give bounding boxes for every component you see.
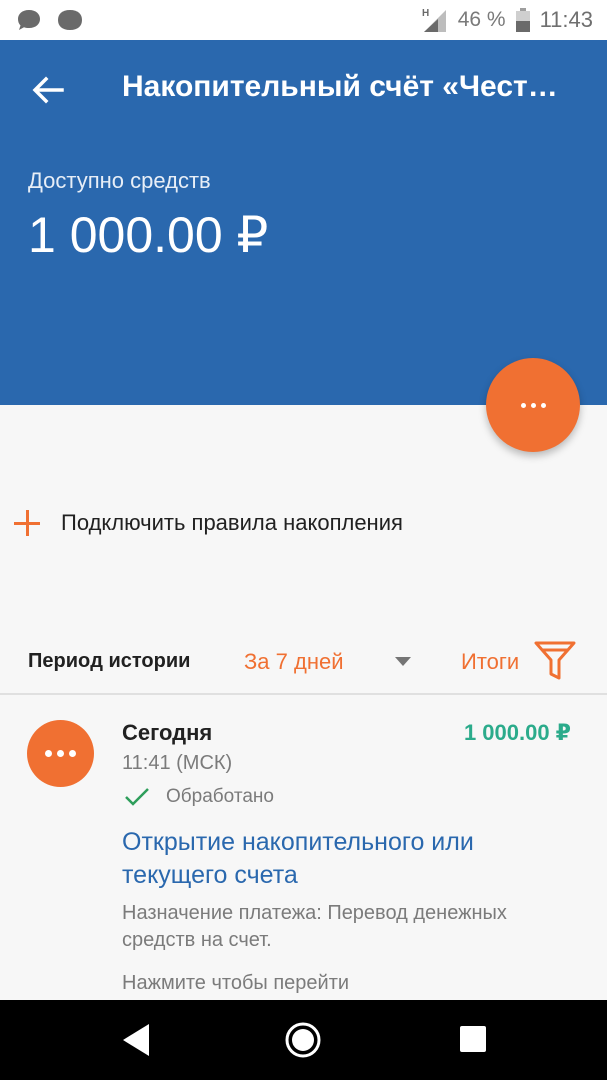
more-dot xyxy=(540,402,546,408)
available-funds-label: Доступно средств xyxy=(28,168,211,193)
filter-icon[interactable] xyxy=(533,640,577,682)
connect-saving-rules-button[interactable]: Подключить правила накопления xyxy=(14,506,403,540)
nav-home-icon[interactable] xyxy=(284,1021,322,1059)
account-header: Накопительный счёт «Чест… Доступно средс… xyxy=(0,40,607,405)
divider xyxy=(0,693,607,695)
caret-down-icon[interactable] xyxy=(395,657,411,666)
message-blob-icon xyxy=(58,10,82,30)
transaction-purpose: Назначение платежа: Перевод денежных сре… xyxy=(122,902,507,951)
transaction-status-text: Обработано xyxy=(166,786,274,807)
more-dots-icon xyxy=(45,750,52,757)
battery-percent: 46 % xyxy=(457,8,506,31)
available-funds-amount: 1 000.00 ₽ xyxy=(28,207,269,263)
period-select[interactable]: За 7 дней xyxy=(244,649,344,675)
system-indicators: H 46 % 11:43 xyxy=(422,6,593,34)
transaction-status: Обработано xyxy=(124,786,274,808)
more-dots-icon xyxy=(520,402,526,408)
notification-icons xyxy=(16,8,84,32)
more-dot xyxy=(69,750,76,757)
more-actions-button[interactable] xyxy=(486,358,580,452)
chat-bubble-icon xyxy=(18,10,40,30)
network-type-letter: H xyxy=(422,8,429,19)
transaction-open-hint: Нажмите чтобы перейти xyxy=(122,972,350,994)
totals-button[interactable]: Итоги xyxy=(461,649,519,675)
more-dot xyxy=(57,750,64,757)
plus-icon xyxy=(14,510,40,536)
status-bar: H 46 % 11:43 xyxy=(0,0,607,40)
history-period-row: Периoд истории За 7 дней Итоги xyxy=(0,640,607,686)
clock: 11:43 xyxy=(539,7,593,32)
navigation-bar xyxy=(0,1000,607,1080)
transaction-item[interactable]: Сегодня 1 000.00 ₽ 11:41 (МСК) Обработан… xyxy=(0,696,607,1000)
connect-saving-rules-label: Подключить правила накопления xyxy=(61,510,403,535)
nav-recent-apps-icon[interactable] xyxy=(460,1026,486,1052)
transaction-type-icon xyxy=(27,720,94,787)
transaction-amount: 1 000.00 ₽ xyxy=(463,720,571,745)
more-dot xyxy=(530,402,536,408)
nav-back-icon[interactable] xyxy=(121,1022,151,1058)
transaction-title-link[interactable]: Открытие накопительного или текущего сче… xyxy=(122,826,562,892)
page-title: Накопительный счёт «Чест… xyxy=(122,70,558,103)
signal-icon: H xyxy=(422,8,446,32)
battery-icon xyxy=(515,8,530,32)
history-period-label: Периoд истории xyxy=(28,650,191,672)
transaction-date: Сегодня xyxy=(122,720,213,745)
transaction-time: 11:41 (МСК) xyxy=(122,752,233,774)
back-arrow-icon[interactable] xyxy=(30,72,66,108)
check-icon xyxy=(125,788,149,806)
